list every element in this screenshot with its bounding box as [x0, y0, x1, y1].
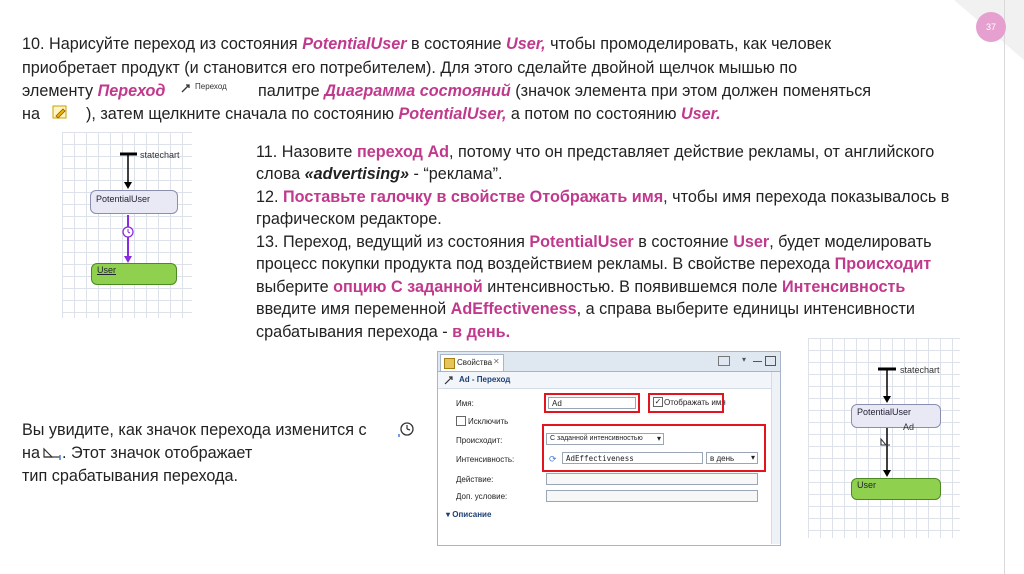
icon-note-line-1: Вы увидите, как значок перехода изменитс…	[22, 421, 367, 439]
paragraph-10-line-1: 10. Нарисуйте переход из состояния Poten…	[22, 35, 832, 53]
view-menu-icon[interactable]	[718, 356, 730, 366]
minimize-icon[interactable]	[753, 361, 762, 362]
close-tab-icon[interactable]: ✕	[493, 357, 500, 366]
condition-field[interactable]	[546, 490, 758, 502]
properties-panel: Свойства ✕ ▾ Ad - Переход Имя: Ad ✓ Отоб…	[437, 351, 781, 546]
paragraph-10-line-4-cont: ), затем щелкните сначала по состоянию P…	[86, 105, 721, 123]
icon-note-line-3: тип срабатывания перехода.	[22, 467, 239, 485]
maximize-icon[interactable]	[765, 356, 776, 366]
dropdown-icon[interactable]: ▾	[742, 355, 746, 364]
action-field[interactable]	[546, 473, 758, 485]
palette-transition-item[interactable]: Переход	[176, 79, 256, 97]
action-label: Действие:	[456, 475, 494, 484]
paragraph-10-line-4: на	[22, 105, 40, 123]
exclude-checkbox[interactable]	[456, 416, 466, 426]
condition-label: Доп. условие:	[456, 492, 508, 501]
paragraph-10-line-3: элементу Переход	[22, 82, 166, 100]
paragraph-13-line-3: выберите опцию С заданной интенсивностью…	[256, 278, 906, 296]
properties-tab-bar: Свойства ✕ ▾	[438, 352, 780, 372]
rate-label: Интенсивность:	[456, 455, 515, 464]
state-user[interactable]: User	[851, 478, 941, 500]
name-label: Имя:	[456, 399, 474, 408]
paragraph-10-line-2: приобретает продукт (и становится его по…	[22, 59, 798, 77]
statechart-diagram-before: statechart PotentialUser User	[62, 132, 192, 318]
properties-icon	[444, 358, 455, 369]
clock-transition-icon	[398, 422, 414, 437]
statechart-label: statechart	[900, 365, 940, 375]
paragraph-13-line-5: срабатывания перехода - в день.	[256, 323, 511, 341]
page-number: 37	[976, 12, 1006, 42]
state-potentialuser[interactable]: PotentialUser	[851, 404, 941, 428]
statechart-diagram-after: statechart PotentialUser Ad User	[808, 338, 960, 538]
transition-icon	[444, 376, 453, 385]
properties-header: Ad - Переход	[438, 372, 780, 389]
transition-icon	[181, 84, 190, 93]
paragraph-11-line-1: 11. Назовите переход Ad, потому что он п…	[256, 143, 935, 161]
paragraph-13-line-4: введите имя переменной AdEffectiveness, …	[256, 300, 915, 318]
paragraph-10-line-3-cont: палитре Диаграмма состояний (значок элем…	[258, 82, 872, 100]
name-highlight	[544, 393, 640, 413]
statechart-label: statechart	[140, 150, 180, 160]
icon-note-line-2-cont: . Этот значок отображает	[62, 444, 253, 462]
state-potentialuser[interactable]: PotentialUser	[90, 190, 178, 214]
paragraph-12-line-1: 12. Поставьте галочку в свойстве Отображ…	[256, 188, 950, 206]
transition-name-label: Ad	[903, 422, 915, 432]
exclude-label: Исключить	[468, 417, 509, 426]
pencil-icon	[52, 105, 67, 119]
tab-properties[interactable]: Свойства ✕	[440, 354, 504, 371]
state-user[interactable]: User	[91, 263, 177, 285]
trigger-label: Происходит:	[456, 436, 503, 445]
paragraph-13-line-2: процесс покупки продукта под воздействие…	[256, 255, 932, 273]
trigger-rate-highlight	[542, 424, 766, 472]
scrollbar[interactable]	[771, 372, 780, 544]
paragraph-13-line-1: 13. Переход, ведущий из состояния Potent…	[256, 233, 932, 251]
icon-note-line-2: на	[22, 444, 40, 462]
paragraph-12-line-2: графическом редакторе.	[256, 210, 442, 228]
divider-line	[1004, 0, 1005, 574]
paragraph-11-line-2: слова «advertising» - “реклама”.	[256, 165, 503, 183]
description-section[interactable]: ▾ Описание	[446, 510, 491, 519]
show-name-highlight	[648, 393, 724, 413]
rate-transition-icon	[43, 447, 61, 460]
